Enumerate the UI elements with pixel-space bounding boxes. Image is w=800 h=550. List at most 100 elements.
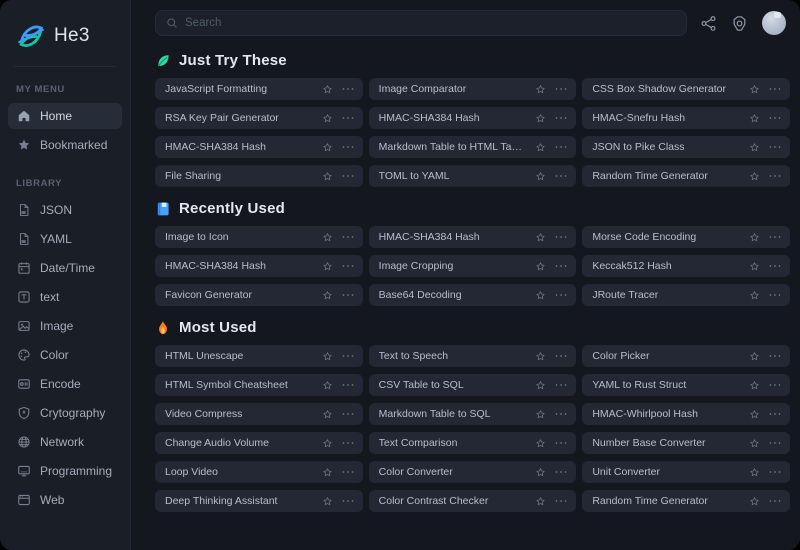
- tool-card-morse-code-encoding[interactable]: Morse Code Encoding: [582, 226, 790, 248]
- tool-card-text-to-speech[interactable]: Text to Speech: [369, 345, 577, 367]
- more-options-icon[interactable]: [769, 260, 781, 272]
- favorite-star-icon[interactable]: [322, 351, 333, 362]
- favorite-star-icon[interactable]: [535, 496, 546, 507]
- favorite-star-icon[interactable]: [749, 438, 760, 449]
- favorite-star-icon[interactable]: [535, 467, 546, 478]
- sidebar-item-bookmarked[interactable]: Bookmarked: [8, 132, 122, 158]
- favorite-star-icon[interactable]: [535, 261, 546, 272]
- favorite-star-icon[interactable]: [322, 142, 333, 153]
- favorite-star-icon[interactable]: [749, 351, 760, 362]
- more-options-icon[interactable]: [342, 231, 354, 243]
- favorite-star-icon[interactable]: [535, 438, 546, 449]
- tool-card-favicon-generator[interactable]: Favicon Generator: [155, 284, 363, 306]
- favorite-star-icon[interactable]: [749, 232, 760, 243]
- tool-card-image-cropping[interactable]: Image Cropping: [369, 255, 577, 277]
- tool-card-number-base-converter[interactable]: Number Base Converter: [582, 432, 790, 454]
- tool-card-hmac-sha384-hash[interactable]: HMAC-SHA384 Hash: [369, 107, 577, 129]
- more-options-icon[interactable]: [342, 350, 354, 362]
- more-options-icon[interactable]: [342, 379, 354, 391]
- tool-card-color-contrast-checker[interactable]: Color Contrast Checker: [369, 490, 577, 512]
- sidebar-item-text[interactable]: text: [8, 284, 122, 310]
- favorite-star-icon[interactable]: [535, 171, 546, 182]
- favorite-star-icon[interactable]: [749, 113, 760, 124]
- tool-card-hmac-sha384-hash[interactable]: HMAC-SHA384 Hash: [155, 255, 363, 277]
- more-options-icon[interactable]: [769, 141, 781, 153]
- tool-card-video-compress[interactable]: Video Compress: [155, 403, 363, 425]
- tool-card-hmac-sha384-hash[interactable]: HMAC-SHA384 Hash: [155, 136, 363, 158]
- more-options-icon[interactable]: [555, 437, 567, 449]
- more-options-icon[interactable]: [342, 170, 354, 182]
- avatar[interactable]: [762, 11, 786, 35]
- favorite-star-icon[interactable]: [749, 142, 760, 153]
- more-options-icon[interactable]: [769, 437, 781, 449]
- favorite-star-icon[interactable]: [322, 380, 333, 391]
- more-options-icon[interactable]: [555, 289, 567, 301]
- favorite-star-icon[interactable]: [535, 142, 546, 153]
- more-options-icon[interactable]: [342, 289, 354, 301]
- more-options-icon[interactable]: [555, 379, 567, 391]
- tool-card-color-picker[interactable]: Color Picker: [582, 345, 790, 367]
- favorite-star-icon[interactable]: [749, 261, 760, 272]
- sidebar-item-image[interactable]: Image: [8, 313, 122, 339]
- tool-card-javascript-formatting[interactable]: JavaScript Formatting: [155, 78, 363, 100]
- favorite-star-icon[interactable]: [322, 409, 333, 420]
- tool-card-keccak512-hash[interactable]: Keccak512 Hash: [582, 255, 790, 277]
- favorite-star-icon[interactable]: [322, 232, 333, 243]
- search-input[interactable]: [185, 17, 676, 29]
- favorite-star-icon[interactable]: [749, 467, 760, 478]
- more-options-icon[interactable]: [769, 112, 781, 124]
- tool-card-image-to-icon[interactable]: Image to Icon: [155, 226, 363, 248]
- favorite-star-icon[interactable]: [749, 380, 760, 391]
- more-options-icon[interactable]: [555, 141, 567, 153]
- more-options-icon[interactable]: [342, 112, 354, 124]
- tool-card-hmac-snefru-hash[interactable]: HMAC-Snefru Hash: [582, 107, 790, 129]
- favorite-star-icon[interactable]: [749, 84, 760, 95]
- tool-card-rsa-key-pair-generator[interactable]: RSA Key Pair Generator: [155, 107, 363, 129]
- favorite-star-icon[interactable]: [535, 351, 546, 362]
- more-options-icon[interactable]: [342, 141, 354, 153]
- more-options-icon[interactable]: [769, 231, 781, 243]
- tool-card-file-sharing[interactable]: File Sharing: [155, 165, 363, 187]
- tool-card-random-time-generator[interactable]: Random Time Generator: [582, 490, 790, 512]
- tool-card-markdown-table-to-html-table-converter[interactable]: Markdown Table to HTML Table Converter: [369, 136, 577, 158]
- tool-card-jroute-tracer[interactable]: JRoute Tracer: [582, 284, 790, 306]
- tool-card-loop-video[interactable]: Loop Video: [155, 461, 363, 483]
- more-options-icon[interactable]: [769, 408, 781, 420]
- tool-card-yaml-to-rust-struct[interactable]: YAML to Rust Struct: [582, 374, 790, 396]
- more-options-icon[interactable]: [769, 350, 781, 362]
- favorite-star-icon[interactable]: [322, 467, 333, 478]
- tool-card-csv-table-to-sql[interactable]: CSV Table to SQL: [369, 374, 577, 396]
- tool-card-unit-converter[interactable]: Unit Converter: [582, 461, 790, 483]
- more-options-icon[interactable]: [769, 379, 781, 391]
- more-options-icon[interactable]: [342, 260, 354, 272]
- more-options-icon[interactable]: [555, 112, 567, 124]
- more-options-icon[interactable]: [342, 466, 354, 478]
- more-options-icon[interactable]: [342, 437, 354, 449]
- sidebar-item-yaml[interactable]: YAML: [8, 226, 122, 252]
- tool-card-markdown-table-to-sql[interactable]: Markdown Table to SQL: [369, 403, 577, 425]
- tool-card-text-comparison[interactable]: Text Comparison: [369, 432, 577, 454]
- favorite-star-icon[interactable]: [322, 113, 333, 124]
- favorite-star-icon[interactable]: [749, 409, 760, 420]
- favorite-star-icon[interactable]: [322, 496, 333, 507]
- tool-card-color-converter[interactable]: Color Converter: [369, 461, 577, 483]
- tool-card-change-audio-volume[interactable]: Change Audio Volume: [155, 432, 363, 454]
- favorite-star-icon[interactable]: [322, 261, 333, 272]
- favorite-star-icon[interactable]: [535, 232, 546, 243]
- sidebar-item-web[interactable]: Web: [8, 487, 122, 513]
- tool-card-json-to-pike-class[interactable]: JSON to Pike Class: [582, 136, 790, 158]
- more-options-icon[interactable]: [769, 170, 781, 182]
- sidebar-item-programming[interactable]: Programming: [8, 458, 122, 484]
- more-options-icon[interactable]: [342, 408, 354, 420]
- tool-card-html-unescape[interactable]: HTML Unescape: [155, 345, 363, 367]
- favorite-star-icon[interactable]: [535, 113, 546, 124]
- favorite-star-icon[interactable]: [749, 171, 760, 182]
- more-options-icon[interactable]: [555, 260, 567, 272]
- more-options-icon[interactable]: [555, 350, 567, 362]
- sidebar-item-date-time[interactable]: Date/Time: [8, 255, 122, 281]
- settings-icon[interactable]: [731, 15, 748, 32]
- tool-card-css-box-shadow-generator[interactable]: CSS Box Shadow Generator: [582, 78, 790, 100]
- favorite-star-icon[interactable]: [322, 438, 333, 449]
- tool-card-toml-to-yaml[interactable]: TOML to YAML: [369, 165, 577, 187]
- tool-card-base64-decoding[interactable]: Base64 Decoding: [369, 284, 577, 306]
